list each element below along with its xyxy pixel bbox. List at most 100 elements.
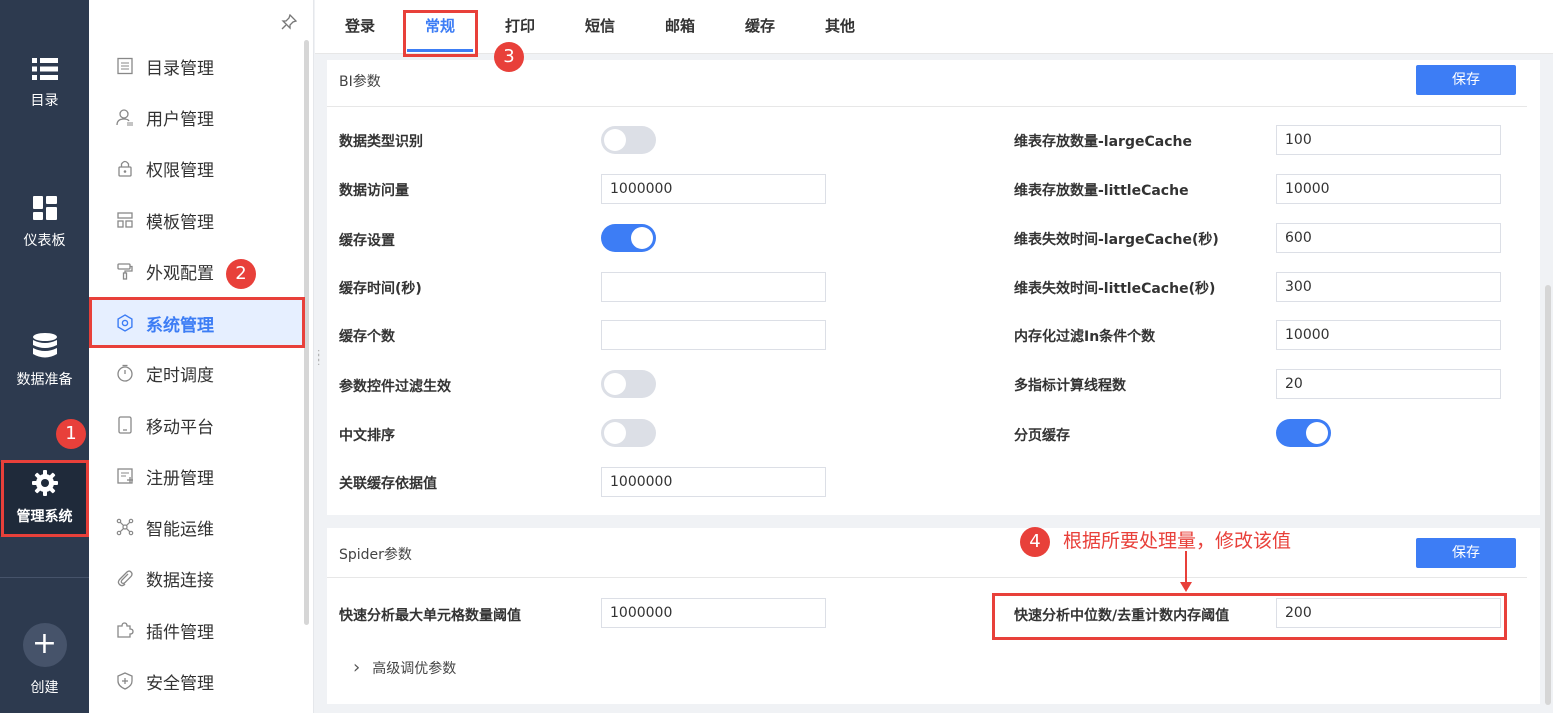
- menu-item-mobile[interactable]: 移动平台: [89, 400, 304, 450]
- rail-item-create[interactable]: + 创建: [0, 623, 89, 697]
- menu-item-label: 系统管理: [146, 315, 214, 336]
- menu-item-register[interactable]: 注册管理: [89, 451, 304, 501]
- icon-rail: 目录 仪表板 数据准备 管理系统 + 创建: [0, 0, 89, 713]
- user-icon: [116, 109, 133, 126]
- menu-item-ops[interactable]: 智能运维: [89, 502, 304, 552]
- field-label: 快速分析中位数/去重计数内存阈值: [1014, 608, 1230, 624]
- step-badge-1: 1: [56, 419, 86, 449]
- divider: [327, 106, 1527, 107]
- admin-menu: 目录管理 用户管理 权限管理 模板管理 外观配置 系统管理 定时调度 移动平台 …: [89, 0, 320, 713]
- bi-params-card: BI参数 保存 数据类型识别 数据访问量 1000000 缓存设置 缓存时间(秒…: [327, 60, 1540, 515]
- rail-item-dashboard[interactable]: 仪表板: [0, 196, 89, 250]
- cache-count-input[interactable]: [601, 320, 826, 350]
- list-icon: [31, 58, 58, 80]
- relation-cache-input[interactable]: 1000000: [601, 467, 826, 497]
- cache-time-input[interactable]: [601, 272, 826, 302]
- rail-item-catalog[interactable]: 目录: [0, 58, 89, 110]
- rail-label: 仪表板: [23, 233, 66, 249]
- menu-item-templates[interactable]: 模板管理: [89, 195, 304, 245]
- large-cache-count-input[interactable]: 100: [1276, 125, 1501, 155]
- menu-item-appearance[interactable]: 外观配置: [89, 246, 304, 296]
- field-label: 缓存时间(秒): [339, 281, 422, 297]
- divider: [327, 577, 1527, 578]
- template-icon: [117, 212, 133, 228]
- menu-item-label: 目录管理: [146, 58, 214, 79]
- menu-item-connections[interactable]: 数据连接: [89, 553, 304, 603]
- field-label: 维表失效时间-littleCache(秒): [1014, 281, 1216, 297]
- menu-item-label: 移动平台: [146, 417, 214, 438]
- cache-setting-toggle[interactable]: [601, 224, 656, 252]
- in-filter-count-input[interactable]: 10000: [1276, 320, 1501, 350]
- field-label: 数据类型识别: [339, 134, 423, 150]
- plus-icon: +: [22, 623, 67, 667]
- chinese-sort-toggle[interactable]: [601, 419, 656, 447]
- step-badge-4: 4: [1020, 527, 1050, 557]
- field-label: 分页缓存: [1014, 428, 1070, 444]
- field-label: 参数控件过滤生效: [339, 379, 451, 395]
- menu-item-security[interactable]: 安全管理: [89, 656, 304, 706]
- content-scrollbar[interactable]: [1545, 285, 1551, 705]
- timer-icon: [117, 364, 133, 382]
- advanced-params-label: 高级调优参数: [372, 661, 457, 677]
- page-cache-toggle[interactable]: [1276, 419, 1331, 447]
- menu-item-catalog[interactable]: 目录管理: [89, 41, 304, 91]
- catalog-icon: [117, 57, 133, 75]
- chevron-right-icon: ›: [353, 657, 361, 678]
- menu-item-label: 定时调度: [146, 365, 214, 386]
- field-label: 缓存设置: [339, 233, 395, 249]
- large-cache-expire-input[interactable]: 600: [1276, 223, 1501, 253]
- field-label: 快速分析最大单元格数量阈值: [339, 608, 521, 624]
- menu-item-label: 权限管理: [146, 160, 214, 181]
- save-button[interactable]: 保存: [1416, 538, 1516, 568]
- menu-item-permissions[interactable]: 权限管理: [89, 143, 304, 193]
- field-label: 关联缓存依据值: [339, 476, 437, 492]
- menu-item-plugins[interactable]: 插件管理: [89, 605, 304, 655]
- thread-count-input[interactable]: 20: [1276, 369, 1501, 399]
- puzzle-icon: [117, 622, 134, 638]
- pin-icon[interactable]: [281, 13, 298, 34]
- field-label: 缓存个数: [339, 329, 395, 345]
- resize-handle[interactable]: :::: [317, 348, 321, 368]
- settings-icon: [117, 314, 133, 332]
- rail-item-data-prep[interactable]: 数据准备: [0, 333, 89, 389]
- card-title: BI参数: [339, 74, 381, 90]
- rail-divider: [0, 577, 89, 578]
- paint-roller-icon: [117, 263, 133, 280]
- menu-item-users[interactable]: 用户管理: [89, 92, 304, 142]
- little-cache-count-input[interactable]: 10000: [1276, 174, 1501, 204]
- menu-item-label: 数据连接: [146, 570, 214, 591]
- memory-threshold-input[interactable]: 200: [1276, 598, 1501, 628]
- spider-params-card: Spider参数 保存 快速分析最大单元格数量阈值 1000000 快速分析中位…: [327, 528, 1540, 704]
- tablet-icon: [118, 416, 132, 434]
- tab-cache[interactable]: 缓存: [745, 0, 775, 52]
- menu-item-label: 模板管理: [146, 212, 214, 233]
- tab-other[interactable]: 其他: [825, 0, 855, 52]
- step-badge-2: 2: [226, 259, 256, 289]
- little-cache-expire-input[interactable]: 300: [1276, 272, 1501, 302]
- step-badge-3: 3: [494, 42, 524, 72]
- menu-scrollbar[interactable]: [304, 40, 309, 625]
- tab-login[interactable]: 登录: [345, 0, 375, 52]
- menu-item-system[interactable]: 系统管理: [89, 298, 304, 348]
- tab-general[interactable]: 常规: [406, 0, 474, 52]
- field-label: 数据访问量: [339, 183, 409, 199]
- param-filter-toggle[interactable]: [601, 370, 656, 398]
- data-access-input[interactable]: 1000000: [601, 174, 826, 204]
- save-button[interactable]: 保存: [1416, 65, 1516, 95]
- advanced-params-toggle[interactable]: › 高级调优参数: [353, 657, 456, 678]
- menu-item-label: 用户管理: [146, 109, 214, 130]
- database-icon: [32, 333, 57, 358]
- max-cell-threshold-input[interactable]: 1000000: [601, 598, 826, 628]
- gear-icon: [31, 470, 58, 496]
- menu-item-label: 安全管理: [146, 673, 214, 694]
- tab-email[interactable]: 邮箱: [665, 0, 695, 52]
- register-icon: [117, 468, 133, 484]
- tab-sms[interactable]: 短信: [585, 0, 615, 52]
- rail-label: 数据准备: [16, 372, 73, 388]
- rail-item-admin[interactable]: 管理系统: [0, 462, 89, 536]
- rail-label: 管理系统: [16, 509, 73, 525]
- menu-item-schedule[interactable]: 定时调度: [89, 348, 304, 398]
- menu-item-label: 外观配置: [146, 263, 214, 284]
- data-type-toggle[interactable]: [601, 126, 656, 154]
- menu-item-label: 智能运维: [146, 519, 214, 540]
